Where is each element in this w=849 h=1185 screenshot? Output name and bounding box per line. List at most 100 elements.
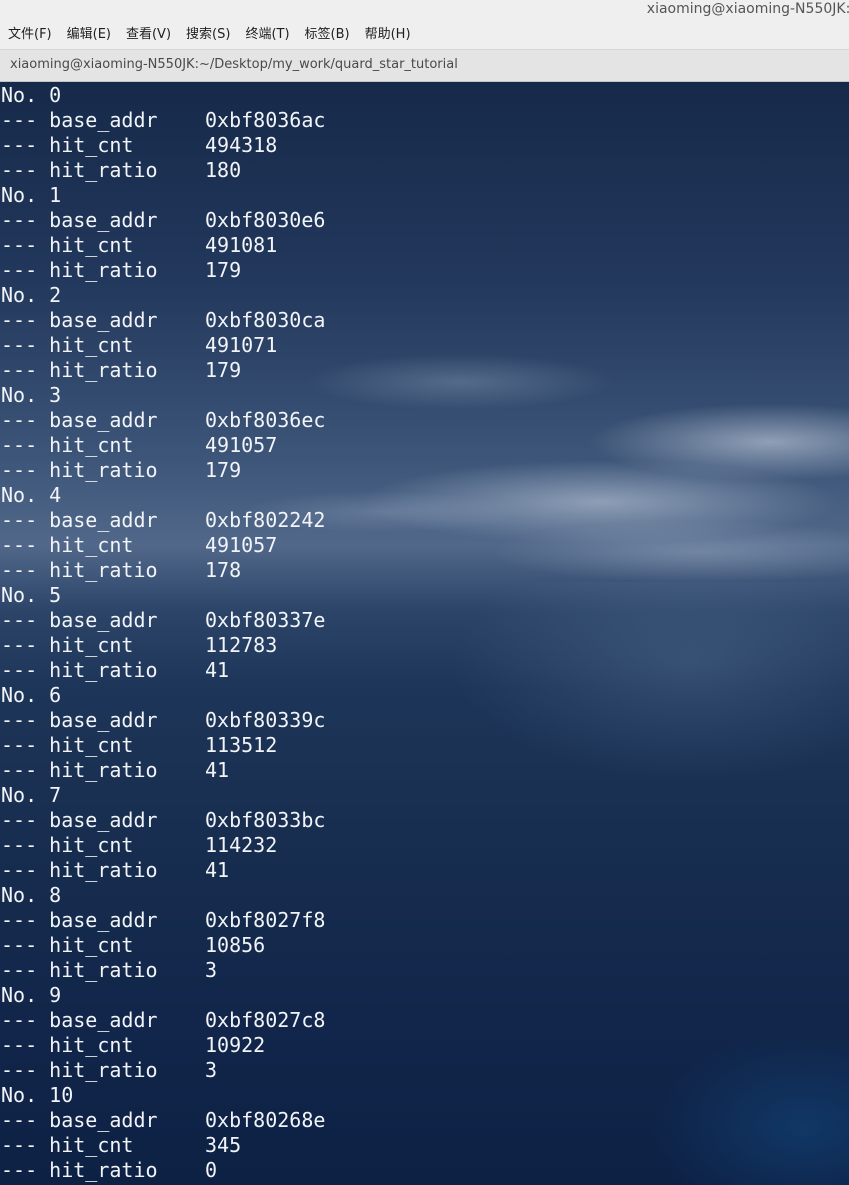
entry-field-line: --- base_addr 0xbf8036ec [1,408,325,433]
field-key: --- base_addr [1,608,158,632]
entry-field-line: --- hit_cnt 10922 [1,1033,325,1058]
field-key: --- hit_ratio [1,658,158,682]
field-value: 0xbf8027f8 [205,908,326,932]
entry-header: No. 1 [1,183,62,207]
entry-field-line: --- hit_cnt 345 [1,1133,325,1158]
menu-terminal[interactable]: 终端(T) [245,20,289,50]
field-key: --- base_addr [1,1008,158,1032]
field-value: 0xbf8036ac [205,108,326,132]
menu-search[interactable]: 搜索(S) [186,20,230,50]
entry-header: No. 6 [1,683,62,707]
entry-field-line: --- hit_cnt 491081 [1,233,325,258]
field-value: 345 [205,1133,242,1157]
terminal-text: No. 0 --- base_addr 0xbf8036ac --- hit_cnt 4… [1,83,325,1183]
entry-field-line: --- base_addr 0xbf8036ac [1,108,325,133]
entry-field-line: --- hit_ratio 0 [1,1158,325,1183]
field-value: 3 [205,1058,218,1082]
window-title: xiaoming@xiaoming-N550JK:/ [646,1,849,17]
entry-header: No. 9 [1,983,62,1007]
field-value: 0xbf8036ec [205,408,326,432]
entry-field-line: --- base_addr 0xbf8033bc [1,808,325,833]
field-key: --- hit_cnt [1,233,134,257]
entry-header: No. 0 [1,83,62,107]
field-value: 491071 [205,333,278,357]
field-value: 0xbf8030ca [205,308,326,332]
field-value: 0xbf8030e6 [205,208,326,232]
menu-edit[interactable]: 编辑(E) [67,20,111,50]
menu-help[interactable]: 帮助(H) [365,20,411,50]
field-key: --- hit_ratio [1,158,158,182]
menu-file[interactable]: 文件(F) [8,20,52,50]
field-value: 112783 [205,633,278,657]
entry-field-line: --- base_addr 0xbf802242 [1,508,325,533]
field-key: --- hit_cnt [1,433,134,457]
entry-field-line: --- hit_cnt 491057 [1,433,325,458]
entry-field-line: --- hit_ratio 3 [1,958,325,983]
entry-field-line: --- hit_cnt 10856 [1,933,325,958]
entry-field-line: --- hit_ratio 178 [1,558,325,583]
entry-field-line: --- hit_cnt 113512 [1,733,325,758]
entry-field-line: --- hit_ratio 41 [1,758,325,783]
entry-field-line: --- hit_ratio 3 [1,1058,325,1083]
field-key: --- base_addr [1,108,158,132]
entry-field-line: --- base_addr 0xbf8030e6 [1,208,325,233]
menu-tabs[interactable]: 标签(B) [305,20,350,50]
terminal-output-area[interactable]: No. 0 --- base_addr 0xbf8036ac --- hit_cnt 4… [0,82,849,1185]
terminal-tab[interactable]: xiaoming@xiaoming-N550JK:~/Desktop/my_wo… [10,50,458,80]
field-key: --- hit_ratio [1,258,158,282]
field-key: --- hit_cnt [1,533,134,557]
field-key: --- hit_cnt [1,633,134,657]
field-value: 0xbf80337e [205,608,326,632]
field-value: 41 [205,758,230,782]
entry-field-line: --- hit_cnt 494318 [1,133,325,158]
field-key: --- hit_ratio [1,958,158,982]
entry-field-line: --- hit_ratio 180 [1,158,325,183]
field-value: 10856 [205,933,266,957]
field-key: --- hit_ratio [1,758,158,782]
field-key: --- base_addr [1,708,158,732]
entry-field-line: --- base_addr 0xbf80339c [1,708,325,733]
field-key: --- hit_cnt [1,833,134,857]
field-key: --- hit_ratio [1,1058,158,1082]
entry-field-line: --- base_addr 0xbf8027f8 [1,908,325,933]
background-sea [650,1032,849,1185]
entry-field-line: --- hit_cnt 491057 [1,533,325,558]
field-key: --- base_addr [1,408,158,432]
field-value: 179 [205,258,242,282]
field-key: --- base_addr [1,208,158,232]
field-value: 114232 [205,833,278,857]
background-sheen [450,582,849,782]
menu-bar: 文件(F) 编辑(E) 查看(V) 搜索(S) 终端(T) 标签(B) 帮助(H… [0,20,849,50]
menu-view[interactable]: 查看(V) [126,20,171,50]
field-key: --- hit_cnt [1,933,134,957]
entry-header: No. 3 [1,383,62,407]
entry-header: No. 10 [1,1083,74,1107]
window-titlebar[interactable]: xiaoming@xiaoming-N550JK:/ [0,0,849,20]
entry-field-line: --- hit_cnt 114232 [1,833,325,858]
entry-field-line: --- hit_ratio 179 [1,358,325,383]
terminal-window: xiaoming@xiaoming-N550JK:/ 文件(F) 编辑(E) 查… [0,0,849,1185]
field-value: 10922 [205,1033,266,1057]
field-value: 0xbf8027c8 [205,1008,326,1032]
field-key: --- hit_ratio [1,458,158,482]
field-key: --- hit_ratio [1,1158,158,1182]
field-value: 0xbf80339c [205,708,326,732]
entry-field-line: --- base_addr 0xbf80337e [1,608,325,633]
entry-field-line: --- hit_ratio 179 [1,458,325,483]
entry-field-line: --- hit_cnt 491071 [1,333,325,358]
field-key: --- hit_cnt [1,1033,134,1057]
field-key: --- hit_cnt [1,733,134,757]
entry-field-line: --- hit_ratio 41 [1,658,325,683]
field-value: 180 [205,158,242,182]
field-key: --- hit_ratio [1,358,158,382]
entry-header: No. 8 [1,883,62,907]
entry-field-line: --- base_addr 0xbf80268e [1,1108,325,1133]
field-key: --- hit_cnt [1,1133,134,1157]
field-key: --- base_addr [1,508,158,532]
entry-field-line: --- base_addr 0xbf8027c8 [1,1008,325,1033]
entry-field-line: --- hit_ratio 41 [1,858,325,883]
field-value: 0xbf802242 [205,508,326,532]
field-value: 0xbf80268e [205,1108,326,1132]
field-key: --- hit_cnt [1,133,134,157]
field-value: 113512 [205,733,278,757]
